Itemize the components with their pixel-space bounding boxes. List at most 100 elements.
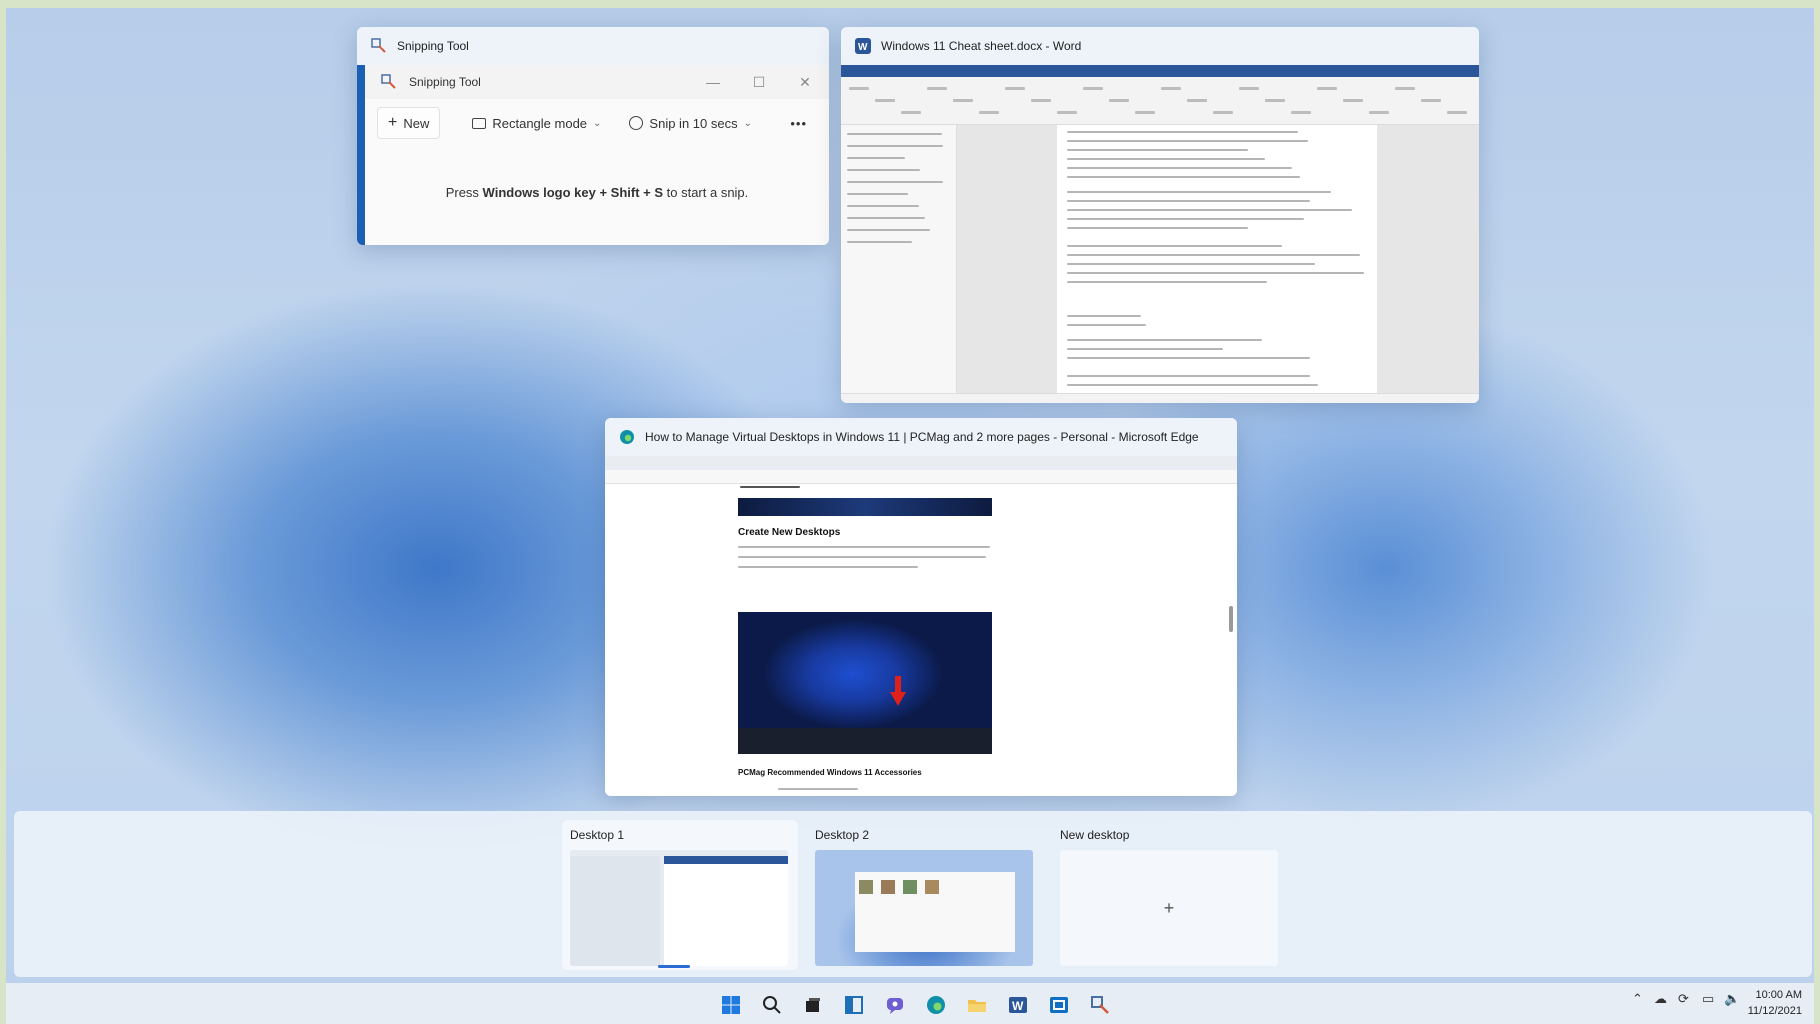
browser-tabs[interactable] (605, 456, 1237, 470)
ribbon-control (1421, 99, 1441, 102)
sync-icon[interactable]: ⟳ (1678, 991, 1689, 1007)
scrollbar[interactable] (1229, 606, 1233, 632)
ribbon-control (1291, 111, 1311, 114)
article-column: Create New Desktops PCMag Recommended Wi… (738, 484, 992, 796)
word-ribbon (841, 77, 1479, 125)
date: 11/12/2021 (1747, 1005, 1802, 1017)
app-title: Snipping Tool (409, 75, 481, 89)
outlook-icon[interactable] (1048, 994, 1070, 1016)
rectangle-icon (472, 117, 487, 129)
edge-icon (619, 429, 635, 445)
desktop-1[interactable]: Desktop 1 (562, 820, 798, 970)
ribbon-control (849, 87, 869, 90)
red-arrow-icon (890, 692, 906, 706)
chevron-up-icon[interactable]: ⌃ (1632, 991, 1643, 1007)
ribbon-control (1447, 111, 1467, 114)
window-title-bar[interactable]: Snipping Tool (357, 27, 829, 65)
screenshot-strip (738, 498, 992, 516)
desktop-thumbnail (815, 850, 1033, 966)
address-bar[interactable] (605, 470, 1237, 484)
text-line (847, 217, 925, 219)
screen: Snipping Tool Snipping Tool — ☐ ✕ + New … (6, 8, 1814, 1024)
text-line (738, 556, 986, 558)
text-line (1067, 254, 1360, 256)
text-line (1067, 375, 1310, 377)
word-window[interactable]: W Windows 11 Cheat sheet.docx - Word (841, 27, 1479, 403)
text-line (847, 157, 905, 159)
mode-dropdown[interactable]: Rectangle mode ⌄ (462, 110, 611, 137)
desktop-2[interactable]: Desktop 2 (807, 820, 1043, 970)
file-explorer-icon[interactable] (966, 994, 988, 1016)
delay-dropdown[interactable]: Snip in 10 secs ⌄ (619, 110, 762, 137)
window-title-bar[interactable]: How to Manage Virtual Desktops in Window… (605, 418, 1237, 456)
edge-window[interactable]: How to Manage Virtual Desktops in Window… (605, 418, 1237, 796)
ribbon-control (1031, 99, 1051, 102)
maximize-button[interactable]: ☐ (739, 69, 779, 95)
display-icon[interactable]: ▭ (1702, 991, 1714, 1007)
ribbon-control (901, 111, 921, 114)
snip-toolbar: + New Rectangle mode ⌄ Snip in 10 secs ⌄… (365, 99, 829, 147)
ribbon-control (953, 99, 973, 102)
ribbon-control (1343, 99, 1363, 102)
svg-text:W: W (1012, 999, 1024, 1013)
window-title: Snipping Tool (397, 39, 469, 53)
desktop-label: New desktop (1060, 828, 1130, 842)
taskbar: W ⌃ ☁ ⟳ ▭ 🔈 10:00 AM 11/12/2021 (6, 983, 1814, 1024)
ribbon-control (1135, 111, 1155, 114)
text-line (847, 229, 930, 231)
hint-prefix: Press (445, 185, 483, 200)
screenshot-taskbar (738, 728, 992, 754)
snipping-tool-window[interactable]: Snipping Tool Snipping Tool — ☐ ✕ + New … (357, 27, 829, 245)
text-line (847, 169, 920, 171)
desktops-bar: Desktop 1 Desktop 2 New desktop + (14, 811, 1812, 977)
text-line (1067, 315, 1141, 317)
text-line (738, 546, 990, 548)
widgets-icon[interactable] (843, 994, 865, 1016)
new-snip-button[interactable]: + New (377, 107, 441, 139)
text-line (1067, 263, 1315, 265)
task-view-icon[interactable] (802, 994, 824, 1016)
text-line (1067, 227, 1248, 229)
ribbon-control (1083, 87, 1103, 90)
more-options-button[interactable]: ••• (780, 110, 817, 137)
snipping-tool-icon[interactable] (1089, 994, 1111, 1016)
word-icon: W (855, 38, 871, 54)
snipping-tool-icon (381, 74, 397, 90)
word-icon[interactable]: W (1007, 994, 1029, 1016)
text-line (1067, 339, 1262, 341)
new-desktop[interactable]: New desktop + (1052, 820, 1288, 970)
window-title-bar[interactable]: W Windows 11 Cheat sheet.docx - Word (841, 27, 1479, 65)
chevron-down-icon: ⌄ (743, 117, 752, 129)
text-line (1067, 200, 1310, 202)
hint-keys: Windows logo key + Shift + S (482, 185, 664, 200)
more-icon: ••• (790, 115, 807, 131)
text-line (1067, 218, 1304, 220)
snipping-app: Snipping Tool — ☐ ✕ + New Rectangle mode… (365, 65, 829, 245)
ribbon-control (1395, 87, 1415, 90)
text-line (1067, 176, 1300, 178)
text-line (1067, 272, 1364, 274)
article-screenshot (738, 612, 992, 754)
close-button[interactable]: ✕ (785, 69, 825, 95)
time: 10:00 AM (1755, 989, 1802, 1001)
window-title: Windows 11 Cheat sheet.docx - Word (881, 39, 1082, 53)
search-icon[interactable] (761, 994, 783, 1016)
ribbon-control (1265, 99, 1285, 102)
text-line (1067, 149, 1248, 151)
new-desktop-tile[interactable]: + (1060, 850, 1278, 966)
text-line (1067, 281, 1267, 283)
ribbon-control (1109, 99, 1129, 102)
ribbon-control (1187, 99, 1207, 102)
text-line (1067, 158, 1265, 160)
new-label: New (403, 115, 430, 131)
volume-icon[interactable]: 🔈 (1724, 991, 1740, 1007)
ribbon-control (875, 99, 895, 102)
minimize-button[interactable]: — (693, 69, 733, 95)
edge-icon[interactable] (925, 994, 947, 1016)
start-icon[interactable] (720, 994, 742, 1016)
chat-icon[interactable] (884, 994, 906, 1016)
clock[interactable]: 10:00 AM 11/12/2021 (1748, 987, 1802, 1019)
onedrive-icon[interactable]: ☁ (1654, 991, 1667, 1007)
ribbon-control (927, 87, 947, 90)
chevron-down-icon: ⌄ (593, 117, 602, 129)
